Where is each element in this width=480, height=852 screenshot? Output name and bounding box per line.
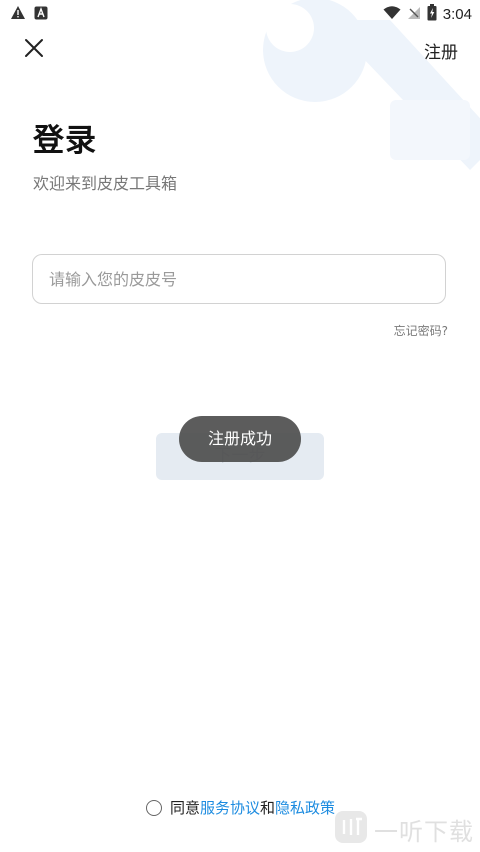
agreement-row: 同意 服务协议 和 隐私政策: [146, 797, 335, 818]
privacy-link[interactable]: 隐私政策: [275, 797, 335, 818]
watermark-text: 一听下载: [374, 817, 474, 846]
app-notification-icon: [34, 5, 48, 24]
agree-and: 和: [260, 799, 276, 817]
page-title: 登录: [33, 123, 97, 159]
wrench-decoration-icon: [240, 0, 480, 180]
account-input[interactable]: [33, 255, 445, 303]
watermark-logo-icon: [334, 810, 368, 848]
close-button[interactable]: [20, 34, 48, 62]
terms-link[interactable]: 服务协议: [200, 797, 260, 818]
forgot-password-link[interactable]: 忘记密码?: [394, 322, 448, 339]
status-left: [10, 5, 48, 24]
account-input-wrapper: [32, 254, 446, 304]
register-link[interactable]: 注册: [424, 38, 458, 63]
warning-icon: [10, 5, 26, 24]
toast-message: 注册成功: [179, 416, 301, 462]
agree-prefix: 同意: [170, 799, 201, 817]
watermark: 一听下载: [334, 810, 474, 848]
agree-radio[interactable]: [146, 799, 162, 816]
close-icon: [25, 39, 43, 57]
page-subtitle: 欢迎来到皮皮工具箱: [33, 174, 178, 193]
